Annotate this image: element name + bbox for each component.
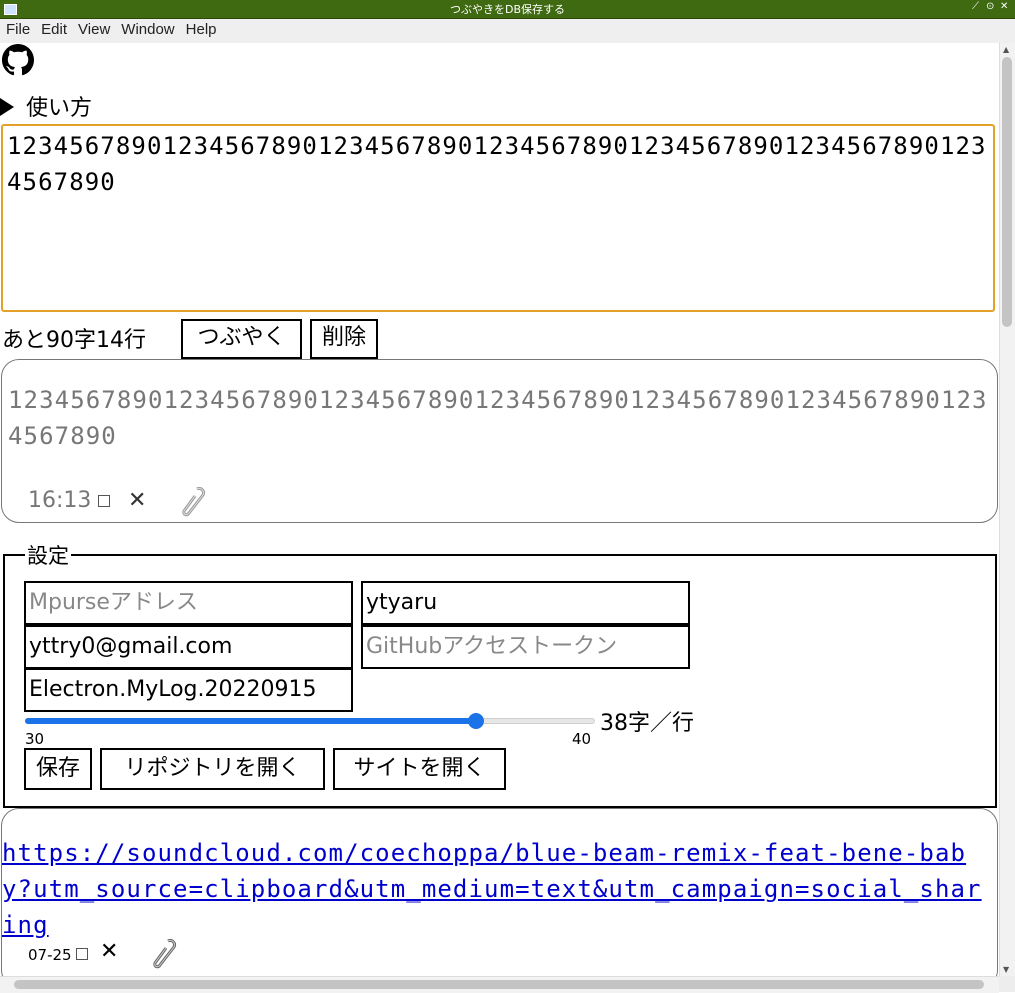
app-content: 使い方 123456789012345678901234567890123456… xyxy=(0,43,999,976)
howto-label: 使い方 xyxy=(26,96,93,121)
settings-legend: 設定 xyxy=(27,544,69,568)
menu-bar: File Edit View Window Help xyxy=(0,19,1015,43)
post-select-checkbox[interactable] xyxy=(98,495,111,507)
scrollbar-corner xyxy=(999,976,1015,992)
maximize-button[interactable]: ⊙ xyxy=(986,1,994,12)
open-repository-button[interactable]: リポジトリを開く xyxy=(100,748,325,790)
mpurse-address-input[interactable]: Mpurseアドレス xyxy=(24,581,353,625)
post-time: 07-25 xyxy=(28,946,89,964)
scroll-up-arrow-icon[interactable]: ▲ xyxy=(1003,45,1009,54)
window-titlebar: つぶやきをDB保存する ⟋ ⊙ ✕ xyxy=(0,0,1015,19)
horizontal-scroll-thumb[interactable] xyxy=(14,980,984,989)
slider-max-label: 40 xyxy=(572,730,592,748)
save-button[interactable]: 保存 xyxy=(24,748,92,790)
remaining-count: あと90字14行 xyxy=(2,328,146,353)
post-link-text[interactable]: https://soundcloud.com/coechoppa/blue-be… xyxy=(2,839,982,939)
menu-edit[interactable]: Edit xyxy=(35,19,72,38)
post-card: 1234567890123456789012345678901234567890… xyxy=(1,359,998,523)
post-textarea[interactable]: 1234567890123456789012345678901234567890… xyxy=(1,124,995,312)
github-token-input[interactable]: GitHubアクセストークン xyxy=(361,625,690,669)
mpurse-address-placeholder: Mpurseアドレス xyxy=(29,590,198,615)
slider-min-label: 30 xyxy=(25,730,45,748)
slider-thumb[interactable] xyxy=(468,713,485,729)
delete-post-icon[interactable]: ✕ xyxy=(128,488,146,513)
minimize-button[interactable]: ⟋ xyxy=(972,1,979,12)
tweet-button[interactable]: つぶやく xyxy=(181,319,302,359)
delete-post-icon[interactable]: ✕ xyxy=(100,939,118,964)
github-token-placeholder: GitHubアクセストークン xyxy=(366,634,618,659)
horizontal-scrollbar[interactable] xyxy=(0,976,999,993)
paperclip-icon[interactable] xyxy=(177,485,207,519)
menu-view[interactable]: View xyxy=(72,19,115,38)
vertical-scroll-thumb[interactable] xyxy=(1002,57,1012,327)
post-card: https://soundcloud.com/coechoppa/blue-be… xyxy=(1,808,998,976)
post-time-text: 07-25 xyxy=(28,946,72,964)
delete-button[interactable]: 削除 xyxy=(310,319,378,359)
open-site-button[interactable]: サイトを開く xyxy=(333,748,506,790)
vertical-scrollbar[interactable]: ▲ ▼ xyxy=(999,43,1015,976)
username-input[interactable]: ytyaru xyxy=(361,581,690,625)
chars-per-line-label: 38字／行 xyxy=(600,711,694,736)
github-icon[interactable] xyxy=(2,44,34,76)
chars-per-line-slider[interactable] xyxy=(25,713,595,733)
post-text: 1234567890123456789012345678901234567890… xyxy=(8,386,988,450)
howto-toggle[interactable]: 使い方 xyxy=(0,90,92,122)
menu-window[interactable]: Window xyxy=(115,19,179,38)
post-time-text: 16:13 xyxy=(28,488,92,513)
post-time: 16:13 xyxy=(28,488,111,513)
slider-fill xyxy=(25,718,477,724)
close-button[interactable]: ✕ xyxy=(1000,1,1008,12)
disclosure-triangle-icon xyxy=(0,98,14,116)
post-link[interactable]: https://soundcloud.com/coechoppa/blue-be… xyxy=(2,835,993,943)
scroll-down-arrow-icon[interactable]: ▼ xyxy=(1003,965,1009,974)
paperclip-icon[interactable] xyxy=(148,937,178,971)
post-select-checkbox[interactable] xyxy=(76,948,89,960)
repository-input[interactable]: Electron.MyLog.20220915 xyxy=(24,668,353,712)
window-title: つぶやきをDB保存する xyxy=(449,3,566,16)
menu-help[interactable]: Help xyxy=(180,19,222,38)
menu-file[interactable]: File xyxy=(0,19,35,38)
email-input[interactable]: yttry0@gmail.com xyxy=(24,625,353,669)
